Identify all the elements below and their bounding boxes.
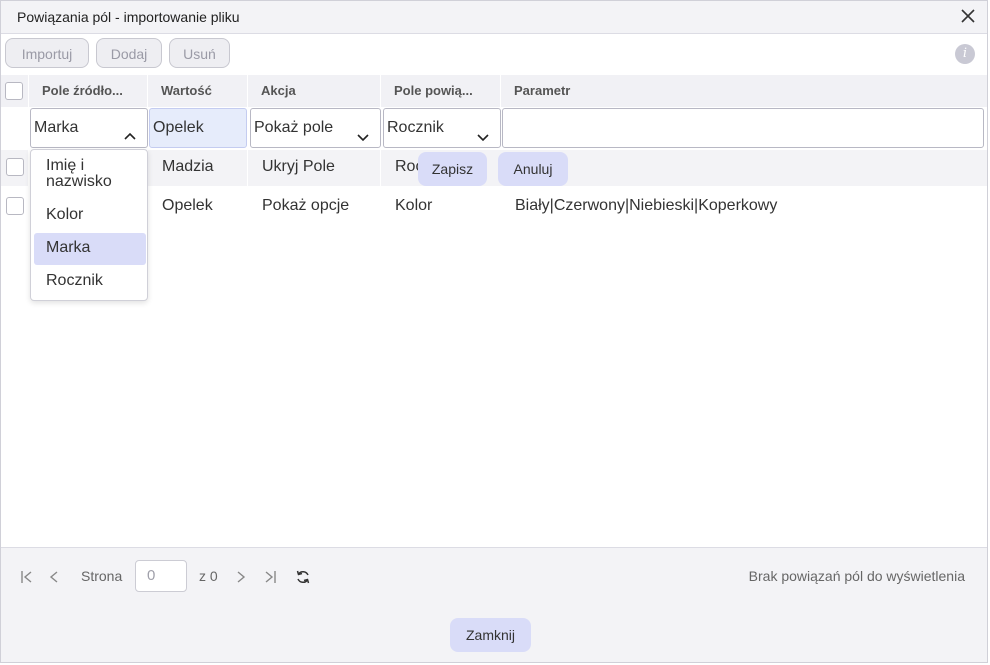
toolbar: Importuj Dodaj Usuń i — [1, 34, 987, 74]
source-field-select[interactable]: Marka — [30, 108, 148, 148]
row-action: Ukryj Pole — [262, 158, 335, 175]
import-button[interactable]: Importuj — [5, 38, 89, 68]
edit-row: Marka Opelek Pokaż pole Rocznik — [1, 108, 987, 148]
chevron-down-icon — [356, 121, 370, 142]
option-label: Imię i — [46, 157, 85, 174]
source-field-dropdown: Imię i nazwisko Kolor Marka Rocznik — [30, 149, 148, 301]
row-value: Opelek — [162, 197, 213, 214]
dropdown-option-brand[interactable]: Marka — [34, 233, 146, 265]
table-row[interactable]: Madzia Ukryj Pole Roc Zapisz Anuluj — [1, 150, 987, 186]
next-page-icon[interactable] — [233, 569, 249, 585]
close-button[interactable]: Zamknij — [450, 618, 531, 652]
page-label: Strona — [81, 568, 123, 584]
pager: Strona 0 z 0 Brak powiązań pól do wyświe… — [1, 547, 987, 607]
column-action[interactable]: Akcja — [248, 75, 380, 107]
linked-field-value: Rocznik — [387, 119, 444, 136]
row-parameter: Biały|Czerwony|Niebieski|Koperkowy — [515, 197, 778, 214]
dropdown-option-name[interactable]: Imię i nazwisko — [34, 158, 146, 190]
parameter-input[interactable] — [502, 108, 984, 148]
row-value: Madzia — [162, 158, 214, 175]
source-field-value: Marka — [34, 119, 79, 136]
value-input[interactable]: Opelek — [149, 108, 247, 148]
first-page-icon[interactable] — [19, 569, 35, 585]
header-select-cell — [1, 75, 28, 107]
action-value: Pokaż pole — [254, 119, 334, 136]
prev-page-icon[interactable] — [46, 569, 62, 585]
add-button[interactable]: Dodaj — [96, 38, 162, 68]
row-linked-field: Kolor — [395, 197, 433, 214]
close-icon[interactable] — [959, 7, 977, 25]
column-source-field[interactable]: Pole źródło... — [29, 75, 147, 107]
dialog-title: Powiązania pól - importowanie pliku — [17, 9, 240, 25]
dialog: Powiązania pól - importowanie pliku Impo… — [0, 0, 988, 663]
dropdown-option-color[interactable]: Kolor — [34, 202, 146, 228]
linked-field-select[interactable]: Rocznik — [383, 108, 501, 148]
column-linked-field[interactable]: Pole powią... — [381, 75, 500, 107]
page-number-input[interactable]: 0 — [135, 560, 187, 592]
row-action: Pokaż opcje — [262, 197, 350, 214]
cancel-button[interactable]: Anuluj — [498, 152, 568, 186]
chevron-down-icon — [476, 121, 490, 142]
table-header: Pole źródło... Wartość Akcja Pole powią.… — [1, 75, 987, 107]
remove-button[interactable]: Usuń — [169, 38, 230, 68]
save-button[interactable]: Zapisz — [418, 152, 487, 186]
page-count: z 0 — [199, 568, 218, 584]
column-value[interactable]: Wartość — [148, 75, 247, 107]
pager-status: Brak powiązań pól do wyświetlenia — [748, 568, 965, 584]
row-checkbox[interactable] — [6, 158, 24, 176]
last-page-icon[interactable] — [262, 569, 278, 585]
table-row[interactable]: Opelek Pokaż opcje Kolor Biały|Czerwony|… — [1, 189, 987, 225]
row-checkbox[interactable] — [6, 197, 24, 215]
option-label: nazwisko — [46, 173, 112, 190]
chevron-up-icon — [123, 121, 137, 140]
column-parameter[interactable]: Parametr — [501, 75, 987, 107]
dropdown-option-year[interactable]: Rocznik — [34, 267, 146, 295]
dialog-footer: Zamknij — [1, 606, 987, 662]
action-select[interactable]: Pokaż pole — [250, 108, 381, 148]
refresh-icon[interactable] — [295, 569, 311, 585]
info-icon[interactable]: i — [955, 44, 975, 64]
select-all-checkbox[interactable] — [5, 82, 23, 100]
title-bar: Powiązania pól - importowanie pliku — [1, 1, 987, 34]
